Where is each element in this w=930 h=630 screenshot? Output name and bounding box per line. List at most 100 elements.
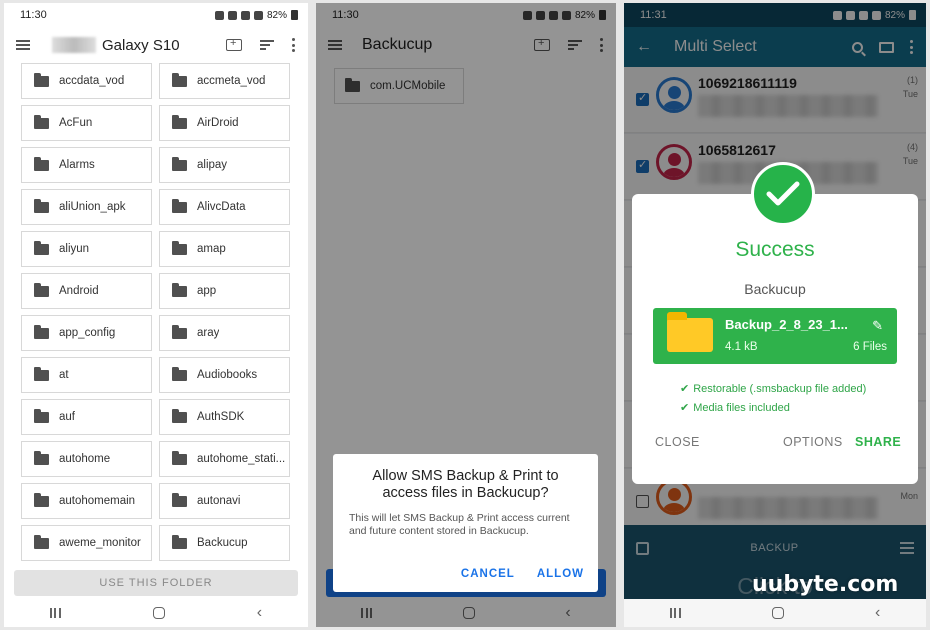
folder-item[interactable]: at [21, 357, 152, 393]
options-button[interactable]: OPTIONS [783, 435, 843, 449]
use-this-folder-button[interactable]: USE THIS FOLDER [14, 570, 298, 596]
back-icon[interactable]: ‹ [875, 605, 880, 621]
folder-item[interactable]: aray [159, 315, 290, 351]
file-picker-panel: 11:30 82% Galaxy S10 accdata_vod accmeta_… [4, 3, 308, 627]
folder-icon [172, 366, 187, 381]
folder-icon [34, 72, 49, 87]
mute-icon [227, 10, 237, 20]
folder-grid: accdata_vod accmeta_vod AcFun AirDroid Alarm… [21, 63, 291, 561]
folder-name: autohome [59, 453, 111, 465]
battery-icon [291, 10, 298, 20]
folder-item[interactable]: autohomemain [21, 483, 152, 519]
folder-icon [34, 492, 49, 507]
folder-item[interactable]: auf [21, 399, 152, 435]
pencil-icon[interactable]: ✎ [872, 318, 883, 334]
folder-icon [34, 240, 49, 255]
folder-name: Alarms [59, 159, 95, 171]
allow-button[interactable]: ALLOW [537, 568, 584, 580]
folder-item[interactable]: accmeta_vod [159, 63, 290, 99]
folder-item[interactable]: Backucup [159, 525, 290, 561]
page-title: Galaxy S10 [102, 36, 180, 54]
folder-item[interactable]: autonavi [159, 483, 290, 519]
folder-icon [34, 366, 49, 381]
folder-item[interactable]: AcFun [21, 105, 152, 141]
folder-name: Backucup [197, 537, 248, 549]
folder-item[interactable]: aliUnion_apk [21, 189, 152, 225]
folder-item[interactable]: Audiobooks [159, 357, 290, 393]
folder-name: accmeta_vod [197, 75, 266, 87]
folder-name: at [59, 369, 69, 381]
folder-name: AcFun [59, 117, 93, 129]
folder-name: AirDroid [197, 117, 239, 129]
wifi-icon [240, 10, 250, 20]
folder-item[interactable]: aliyun [21, 231, 152, 267]
folder-icon [172, 114, 187, 129]
folder-item[interactable]: Android [21, 273, 152, 309]
media-note: ✔ Media files included [680, 401, 790, 414]
status-icons: 82% [214, 10, 298, 21]
folder-icon [34, 156, 49, 171]
recent-apps-icon[interactable] [49, 608, 61, 618]
status-time: 11:30 [20, 9, 47, 21]
close-button[interactable]: CLOSE [655, 435, 700, 449]
new-folder-icon[interactable] [226, 37, 242, 51]
folder-name: Audiobooks [197, 369, 258, 381]
folder-item[interactable]: app [159, 273, 290, 309]
folder-name: Android [59, 285, 99, 297]
folder-icon [667, 312, 713, 352]
folder-icon [172, 534, 187, 549]
more-options-icon[interactable] [292, 38, 296, 52]
blurred-device-name [52, 37, 96, 53]
restorable-note: ✔ Restorable (.smsbackup file added) [680, 382, 866, 395]
folder-name: amap [197, 243, 226, 255]
folder-item[interactable]: autohome_stati... [159, 441, 290, 477]
cancel-button[interactable]: CANCEL [461, 568, 515, 580]
home-icon[interactable] [771, 607, 784, 619]
folder-item[interactable]: autohome [21, 441, 152, 477]
folder-name: AuthSDK [197, 411, 245, 423]
check-circle-icon [751, 162, 815, 226]
folder-name: auf [59, 411, 75, 423]
folder-icon [172, 408, 187, 423]
folder-icon [34, 408, 49, 423]
folder-icon [172, 450, 187, 465]
status-bar: 11:30 82% [4, 3, 308, 27]
folder-name: autohomemain [59, 495, 136, 507]
menu-icon[interactable] [16, 40, 30, 50]
folder-icon [172, 156, 187, 171]
backup-location: Backucup [744, 281, 806, 297]
folder-item[interactable]: AlivcData [159, 189, 290, 225]
folder-item[interactable]: alipay [159, 147, 290, 183]
restorable-text: Restorable (.smsbackup file added) [693, 383, 867, 395]
folder-icon [34, 282, 49, 297]
folder-icon [34, 450, 49, 465]
nav-bar: ‹ [624, 599, 926, 627]
home-icon[interactable] [152, 607, 165, 619]
backup-file-card[interactable]: Backup_2_8_23_1... ✎ 4.1 kB 6 Files [653, 308, 897, 364]
folder-icon [172, 198, 187, 213]
permission-dialog: Allow SMS Backup & Print to access files… [333, 454, 598, 592]
alarm-icon [214, 10, 224, 20]
folder-icon [34, 114, 49, 129]
folder-name: aliUnion_apk [59, 201, 126, 213]
folder-item[interactable]: AuthSDK [159, 399, 290, 435]
folder-item[interactable]: aweme_monitor [21, 525, 152, 561]
sort-icon[interactable] [260, 40, 274, 50]
folder-item[interactable]: AirDroid [159, 105, 290, 141]
back-icon[interactable]: ‹ [257, 605, 262, 621]
folder-icon [34, 324, 49, 339]
folder-name: accdata_vod [59, 75, 125, 87]
folder-icon [172, 324, 187, 339]
folder-item[interactable]: Alarms [21, 147, 152, 183]
folder-item[interactable]: app_config [21, 315, 152, 351]
folder-name: autonavi [197, 495, 241, 507]
folder-name: autohome_stati... [197, 453, 286, 465]
share-button[interactable]: SHARE [855, 435, 901, 449]
folder-item[interactable]: accdata_vod [21, 63, 152, 99]
permission-panel: 11:30 82% Backucup com.UCMobile ‹ Allow … [316, 3, 616, 627]
folder-item[interactable]: amap [159, 231, 290, 267]
folder-name: AlivcData [197, 201, 246, 213]
watermark: uubyte.com [752, 572, 899, 597]
folder-name: aray [197, 327, 220, 339]
recent-apps-icon[interactable] [669, 608, 681, 618]
